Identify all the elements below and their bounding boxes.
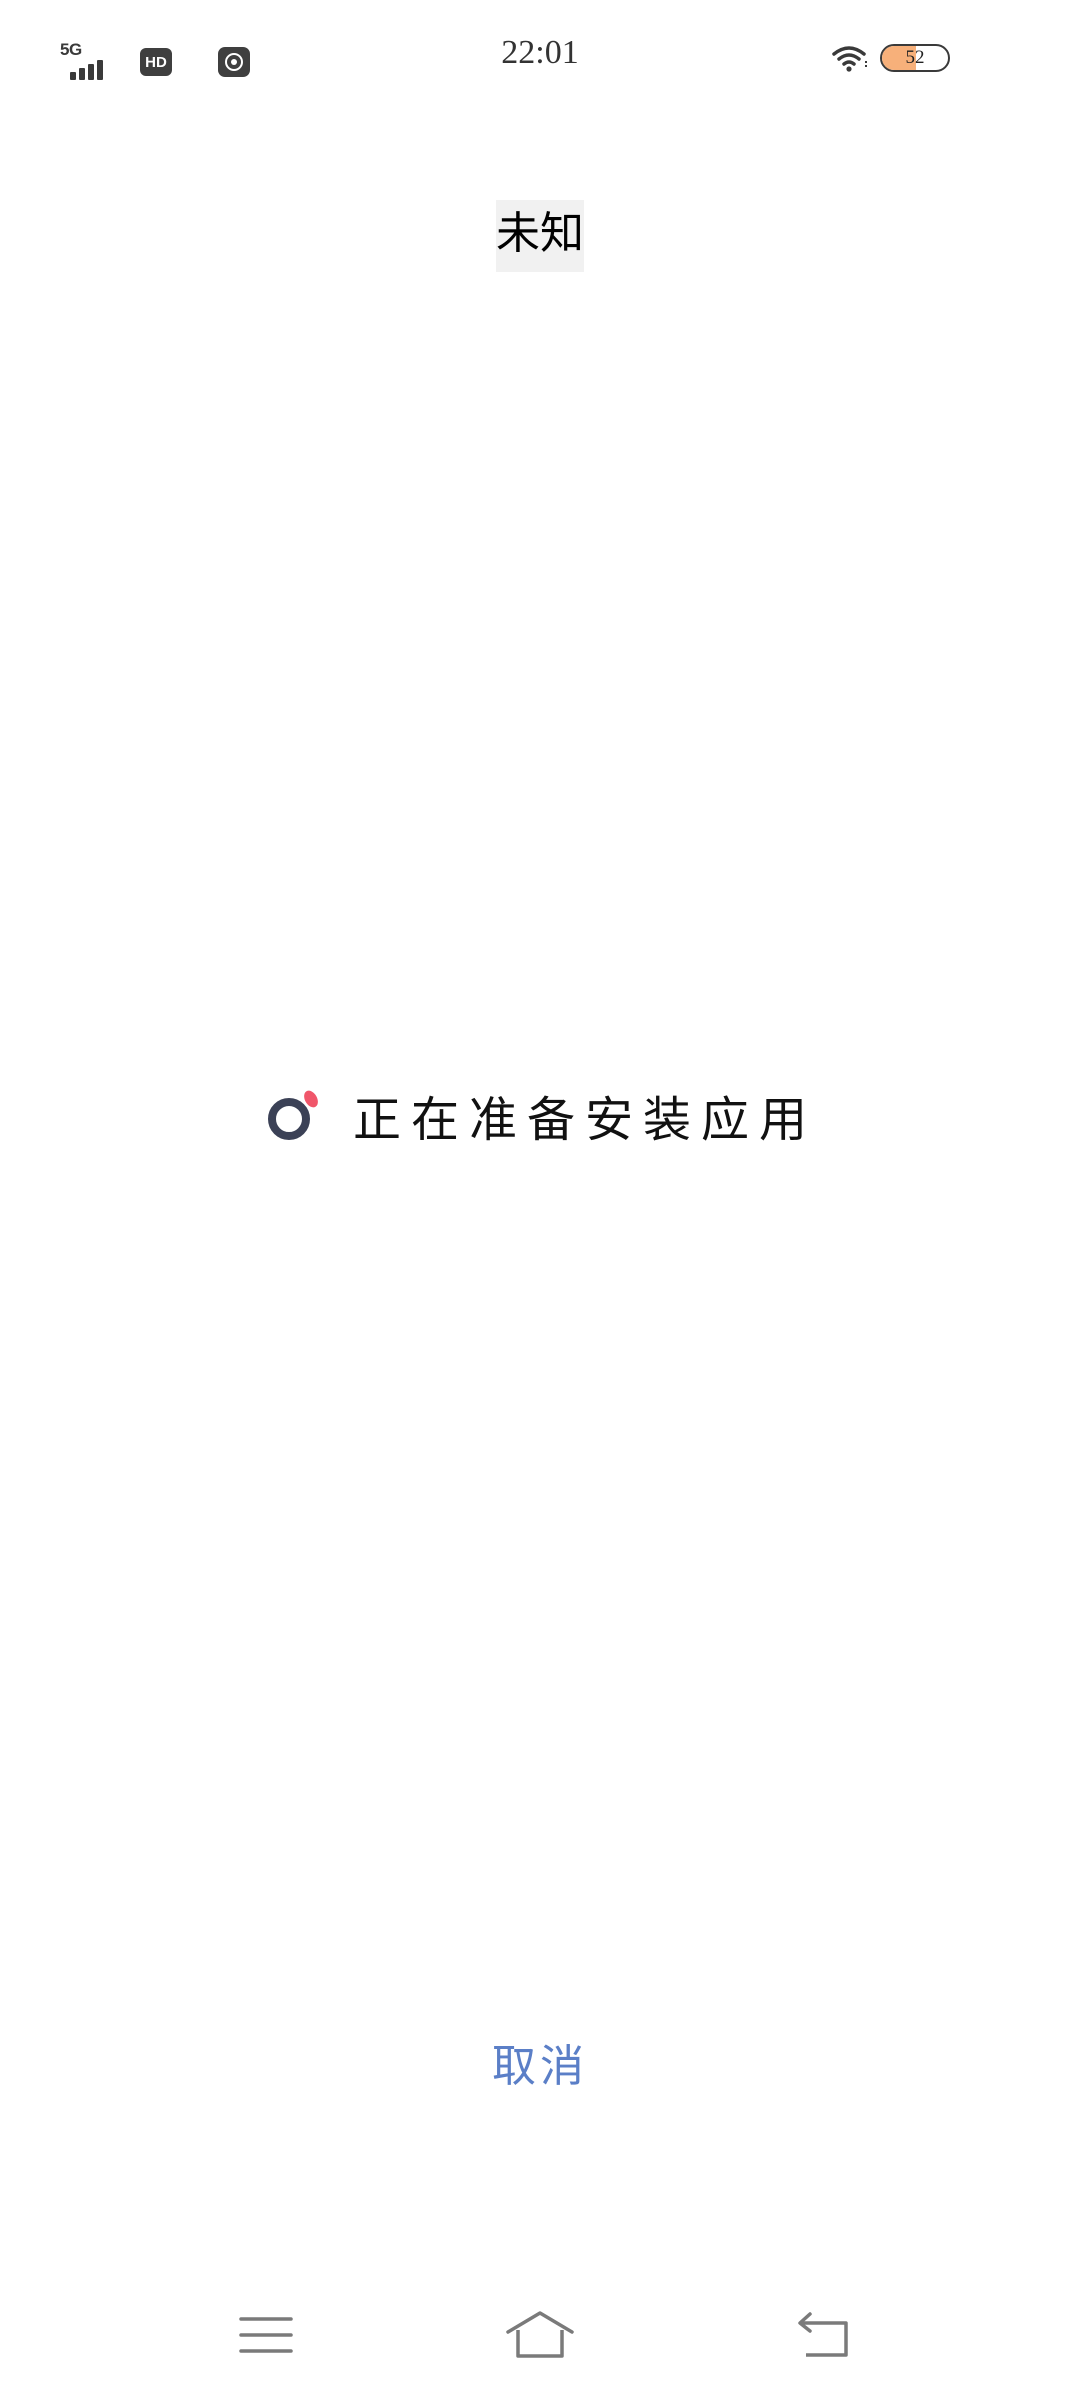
loading-spinner-icon <box>267 1090 318 1140</box>
navigation-bar <box>0 2290 1080 2380</box>
back-button[interactable] <box>784 2300 864 2370</box>
back-icon <box>798 2312 848 2357</box>
menu-icon <box>239 2317 293 2353</box>
install-screen: 5G HD 22:01 52 未知 正在准备安装应用 取消 <box>0 0 1080 2400</box>
wifi-icon <box>832 46 867 72</box>
title-area: 未知 <box>0 200 1080 272</box>
app-name-title: 未知 <box>496 200 584 272</box>
home-button[interactable] <box>500 2300 580 2370</box>
install-progress: 正在准备安装应用 <box>0 1080 1080 1150</box>
home-icon <box>506 2311 574 2358</box>
cancel-button[interactable]: 取消 <box>462 2020 618 2104</box>
status-bar: 5G HD 22:01 52 <box>0 0 1080 120</box>
menu-button[interactable] <box>226 2300 306 2370</box>
install-status-text: 正在准备安装应用 <box>352 1092 817 1148</box>
battery-icon: 52 <box>880 44 950 72</box>
status-right: 52 <box>830 42 950 74</box>
cancel-area: 取消 <box>0 2020 1080 2104</box>
battery-level: 52 <box>905 47 925 68</box>
